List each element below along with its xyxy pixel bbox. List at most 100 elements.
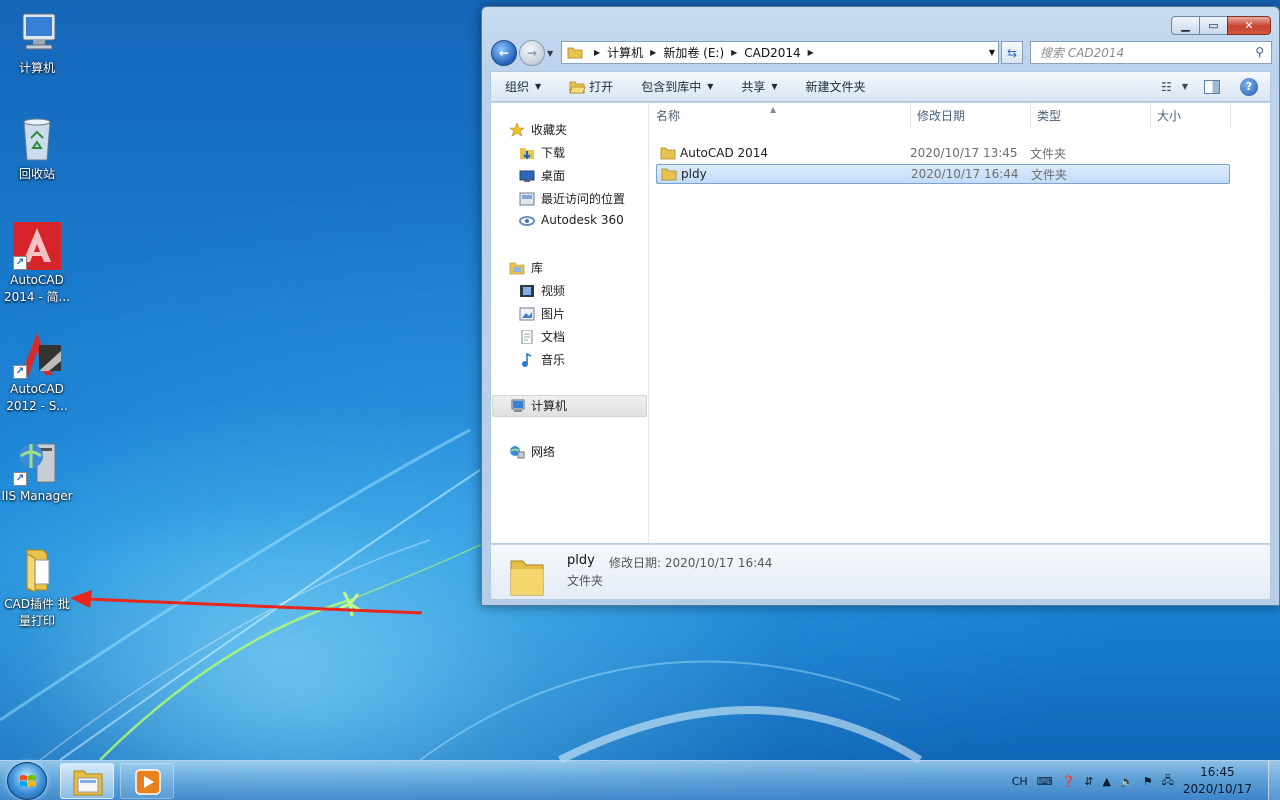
language-indicator[interactable]: CH	[1012, 775, 1028, 788]
recent-places-icon	[519, 192, 535, 206]
desktop-icon-recycle-bin[interactable]: 回收站	[1, 116, 73, 183]
action-center-icon[interactable]: ⚑	[1143, 775, 1153, 788]
nav-network[interactable]: 网络	[509, 443, 555, 460]
new-folder-button[interactable]: 新建文件夹	[792, 72, 880, 101]
desktop-icon-iis-manager[interactable]: ↗ IIS Manager	[1, 438, 73, 505]
shortcut-arrow-icon: ↗	[13, 256, 27, 270]
preview-pane-icon[interactable]	[1204, 79, 1220, 94]
organize-button[interactable]: 组织 ▼	[491, 72, 555, 101]
folder-icon	[567, 47, 583, 59]
file-type: 文件夹	[1030, 146, 1067, 161]
breadcrumb-arrow-icon[interactable]: ▶	[650, 48, 656, 57]
documents-icon	[519, 329, 535, 344]
address-bar[interactable]: ▶ 计算机 ▶ 新加卷 (E:) ▶ CAD2014 ▶ ▼	[561, 41, 999, 64]
nav-desktop[interactable]: 桌面	[519, 167, 565, 184]
include-in-library-button[interactable]: 包含到库中 ▼	[627, 72, 727, 101]
explorer-window[interactable]: ▁ ▭ ✕ ← → ▼ ▶ 计算机 ▶ 新加卷 (E:) ▶ CAD2014 ▶ ▼ …	[481, 6, 1280, 606]
file-name: AutoCAD 2014	[680, 146, 769, 160]
column-header-name[interactable]: ▲ 名称	[650, 103, 911, 128]
details-pane: pldy 修改日期: 2020/10/17 16:44 文件夹	[490, 544, 1271, 600]
nav-computer[interactable]: 计算机	[509, 397, 567, 414]
file-date: 2020/10/17 16:44	[911, 167, 1019, 181]
nav-videos[interactable]: 视频	[519, 282, 565, 299]
pictures-icon	[519, 307, 535, 321]
computer-icon	[509, 399, 525, 413]
volume-icon[interactable]: 🔈	[1120, 775, 1134, 788]
column-header-row: ▲ 名称 修改日期 类型 大小	[650, 103, 1270, 128]
breadcrumb-drive-e[interactable]: 新加卷 (E:) ▶	[663, 44, 744, 61]
video-icon	[519, 284, 535, 298]
nav-libraries[interactable]: 库	[509, 259, 543, 276]
desktop-icon-label: CAD插件 批量打印	[4, 597, 70, 628]
libraries-icon	[509, 261, 525, 275]
desktop-icon-computer[interactable]: 计算机	[1, 10, 73, 77]
close-button[interactable]: ✕	[1227, 16, 1271, 35]
open-button[interactable]: 打开	[555, 72, 627, 101]
nav-music[interactable]: 音乐	[519, 351, 565, 368]
recycle-bin-icon	[13, 116, 61, 164]
keyboard-icon[interactable]: ⌨	[1037, 775, 1053, 788]
nav-downloads[interactable]: 下载	[519, 144, 565, 161]
breadcrumb-arrow-icon[interactable]: ▶	[731, 48, 737, 57]
refresh-button[interactable]: ⇆	[1001, 41, 1023, 64]
column-header-date[interactable]: 修改日期	[911, 103, 1031, 128]
forward-button[interactable]: →	[519, 40, 545, 66]
windows-logo-icon	[20, 775, 36, 787]
chevron-down-icon: ▼	[771, 82, 778, 91]
search-placeholder: 搜索 CAD2014	[1040, 46, 1125, 60]
show-desktop-button[interactable]	[1268, 761, 1280, 800]
change-view-button[interactable]: ☷ ▼	[1161, 80, 1188, 94]
folder-icon	[13, 546, 61, 594]
file-type: 文件夹	[1031, 167, 1068, 182]
column-header-size[interactable]: 大小	[1151, 103, 1231, 128]
chevron-down-icon: ▼	[1181, 82, 1188, 91]
file-row-selected[interactable]: pldy 2020/10/17 16:44 文件夹	[656, 164, 1230, 184]
open-folder-icon	[569, 81, 586, 93]
folder-icon	[661, 168, 677, 180]
navigation-pane: 收藏夹 下载 桌面 最近访问的位置 Autodesk 360 库 视频 图片 文…	[491, 103, 649, 543]
chevron-down-icon: ▼	[535, 82, 542, 91]
network-status-icon[interactable]: 🖧	[1162, 772, 1174, 791]
explorer-body: 收藏夹 下载 桌面 最近访问的位置 Autodesk 360 库 视频 图片 文…	[490, 103, 1271, 543]
desktop-icon-cad-batch-print[interactable]: CAD插件 批量打印	[1, 546, 73, 630]
minimize-button[interactable]: ▁	[1171, 16, 1200, 35]
file-date: 2020/10/17 13:45	[910, 146, 1018, 160]
help-icon[interactable]: ?	[1240, 77, 1258, 96]
taskbar-media-player-button[interactable]	[120, 763, 174, 799]
breadcrumb-arrow-icon[interactable]: ▶	[594, 48, 600, 57]
help-icon[interactable]: ❓	[1062, 775, 1076, 788]
search-input[interactable]: 搜索 CAD2014 ⚲	[1030, 41, 1272, 64]
ime-options-icon[interactable]: ⇵	[1084, 775, 1093, 788]
command-bar: 组织 ▼ 打开 包含到库中 ▼ 共享 ▼ 新建文件夹 ☷ ▼ ?	[490, 71, 1271, 102]
view-details-icon: ☷	[1161, 79, 1172, 94]
breadcrumb-arrow-icon[interactable]: ▶	[808, 48, 814, 57]
nav-pictures[interactable]: 图片	[519, 305, 565, 322]
breadcrumb-computer[interactable]: 计算机 ▶	[607, 44, 663, 61]
details-file-name: pldy	[567, 553, 595, 568]
system-tray: CH ⌨ ❓ ⇵ ▲ 🔈 ⚑ 🖧 16:45 2020/10/17	[1012, 761, 1280, 800]
maximize-button[interactable]: ▭	[1199, 16, 1228, 35]
desktop-icon-autocad-2014[interactable]: ↗ AutoCAD 2014 - 简...	[1, 222, 73, 306]
taskbar-explorer-button[interactable]	[60, 763, 114, 799]
breadcrumb-cad2014[interactable]: CAD2014 ▶	[744, 46, 821, 60]
clock[interactable]: 16:45 2020/10/17	[1183, 764, 1252, 798]
nav-documents[interactable]: 文档	[519, 328, 565, 345]
music-icon	[519, 352, 535, 367]
show-hidden-icons-icon[interactable]: ▲	[1103, 775, 1111, 788]
network-icon	[509, 445, 525, 459]
nav-autodesk-360[interactable]: Autodesk 360	[519, 213, 624, 227]
shortcut-arrow-icon: ↗	[13, 365, 27, 379]
start-button[interactable]	[7, 762, 47, 800]
column-header-type[interactable]: 类型	[1031, 103, 1151, 128]
recent-pages-dropdown[interactable]: ▼	[547, 49, 553, 58]
nav-favorites[interactable]: 收藏夹	[509, 121, 567, 138]
desktop-icon-autocad-2012[interactable]: ↗ AutoCAD 2012 - S...	[1, 331, 73, 415]
share-button[interactable]: 共享 ▼	[727, 72, 791, 101]
nav-recent-places[interactable]: 最近访问的位置	[519, 190, 625, 207]
folder-icon	[660, 147, 676, 159]
search-icon[interactable]: ⚲	[1255, 45, 1264, 59]
desktop-icon-label: 计算机	[18, 61, 55, 75]
back-button[interactable]: ←	[491, 40, 517, 66]
address-dropdown-icon[interactable]: ▼	[989, 48, 995, 57]
file-row[interactable]: AutoCAD 2014 2020/10/17 13:45 文件夹	[656, 143, 1230, 163]
